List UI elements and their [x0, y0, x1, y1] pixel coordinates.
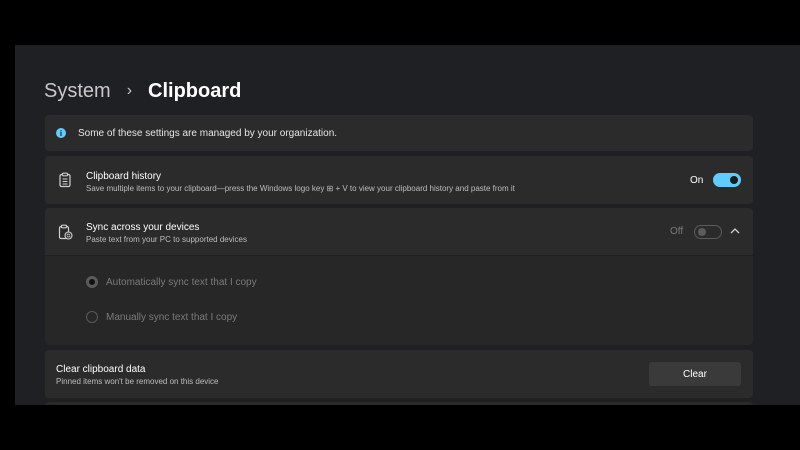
managed-notice: i Some of these settings are managed by … [45, 115, 753, 151]
breadcrumb: System › Clipboard [44, 76, 241, 106]
settings-window: System › Clipboard i Some of these setti… [15, 45, 800, 405]
next-setting-card [45, 402, 753, 405]
sync-devices-card[interactable]: Sync across your devices Paste text from… [45, 208, 753, 255]
clipboard-history-state: On [690, 175, 704, 186]
clear-clipboard-title: Clear clipboard data [56, 364, 146, 375]
sync-option-label: Manually sync text that I copy [106, 311, 238, 323]
notice-text: Some of these settings are managed by yo… [78, 127, 338, 139]
chevron-up-icon[interactable] [729, 225, 741, 237]
clear-button[interactable]: Clear [649, 362, 741, 386]
clipboard-history-toggle[interactable] [713, 173, 741, 187]
chevron-right-icon: › [126, 82, 133, 99]
radio-button[interactable] [86, 276, 98, 288]
sync-devices-title: Sync across your devices [86, 222, 200, 233]
info-icon: i [56, 128, 66, 138]
clear-clipboard-card: Clear clipboard data Pinned items won't … [45, 350, 753, 398]
clipboard-list-icon [59, 172, 71, 188]
sync-devices-state: Off [670, 226, 684, 237]
clear-clipboard-subtitle: Pinned items won't be removed on this de… [56, 377, 219, 386]
page-title: Clipboard [148, 79, 242, 102]
toggle-knob [730, 176, 738, 184]
clipboard-sync-icon [58, 224, 73, 240]
clipboard-history-subtitle: Save multiple items to your clipboard—pr… [86, 184, 515, 193]
sync-option-automatic[interactable]: Automatically sync text that I copy [86, 276, 257, 288]
sync-devices-subtitle: Paste text from your PC to supported dev… [86, 235, 247, 244]
toggle-knob [698, 228, 706, 236]
sync-option-label: Automatically sync text that I copy [106, 276, 257, 288]
clipboard-history-title: Clipboard history [86, 171, 162, 182]
clipboard-history-card: Clipboard history Save multiple items to… [45, 156, 753, 204]
sync-option-manual[interactable]: Manually sync text that I copy [86, 311, 237, 323]
radio-button[interactable] [86, 311, 98, 323]
sync-options-panel: Automatically sync text that I copy Manu… [45, 256, 753, 345]
sync-devices-toggle[interactable] [694, 225, 722, 239]
breadcrumb-system[interactable]: System [44, 80, 111, 103]
